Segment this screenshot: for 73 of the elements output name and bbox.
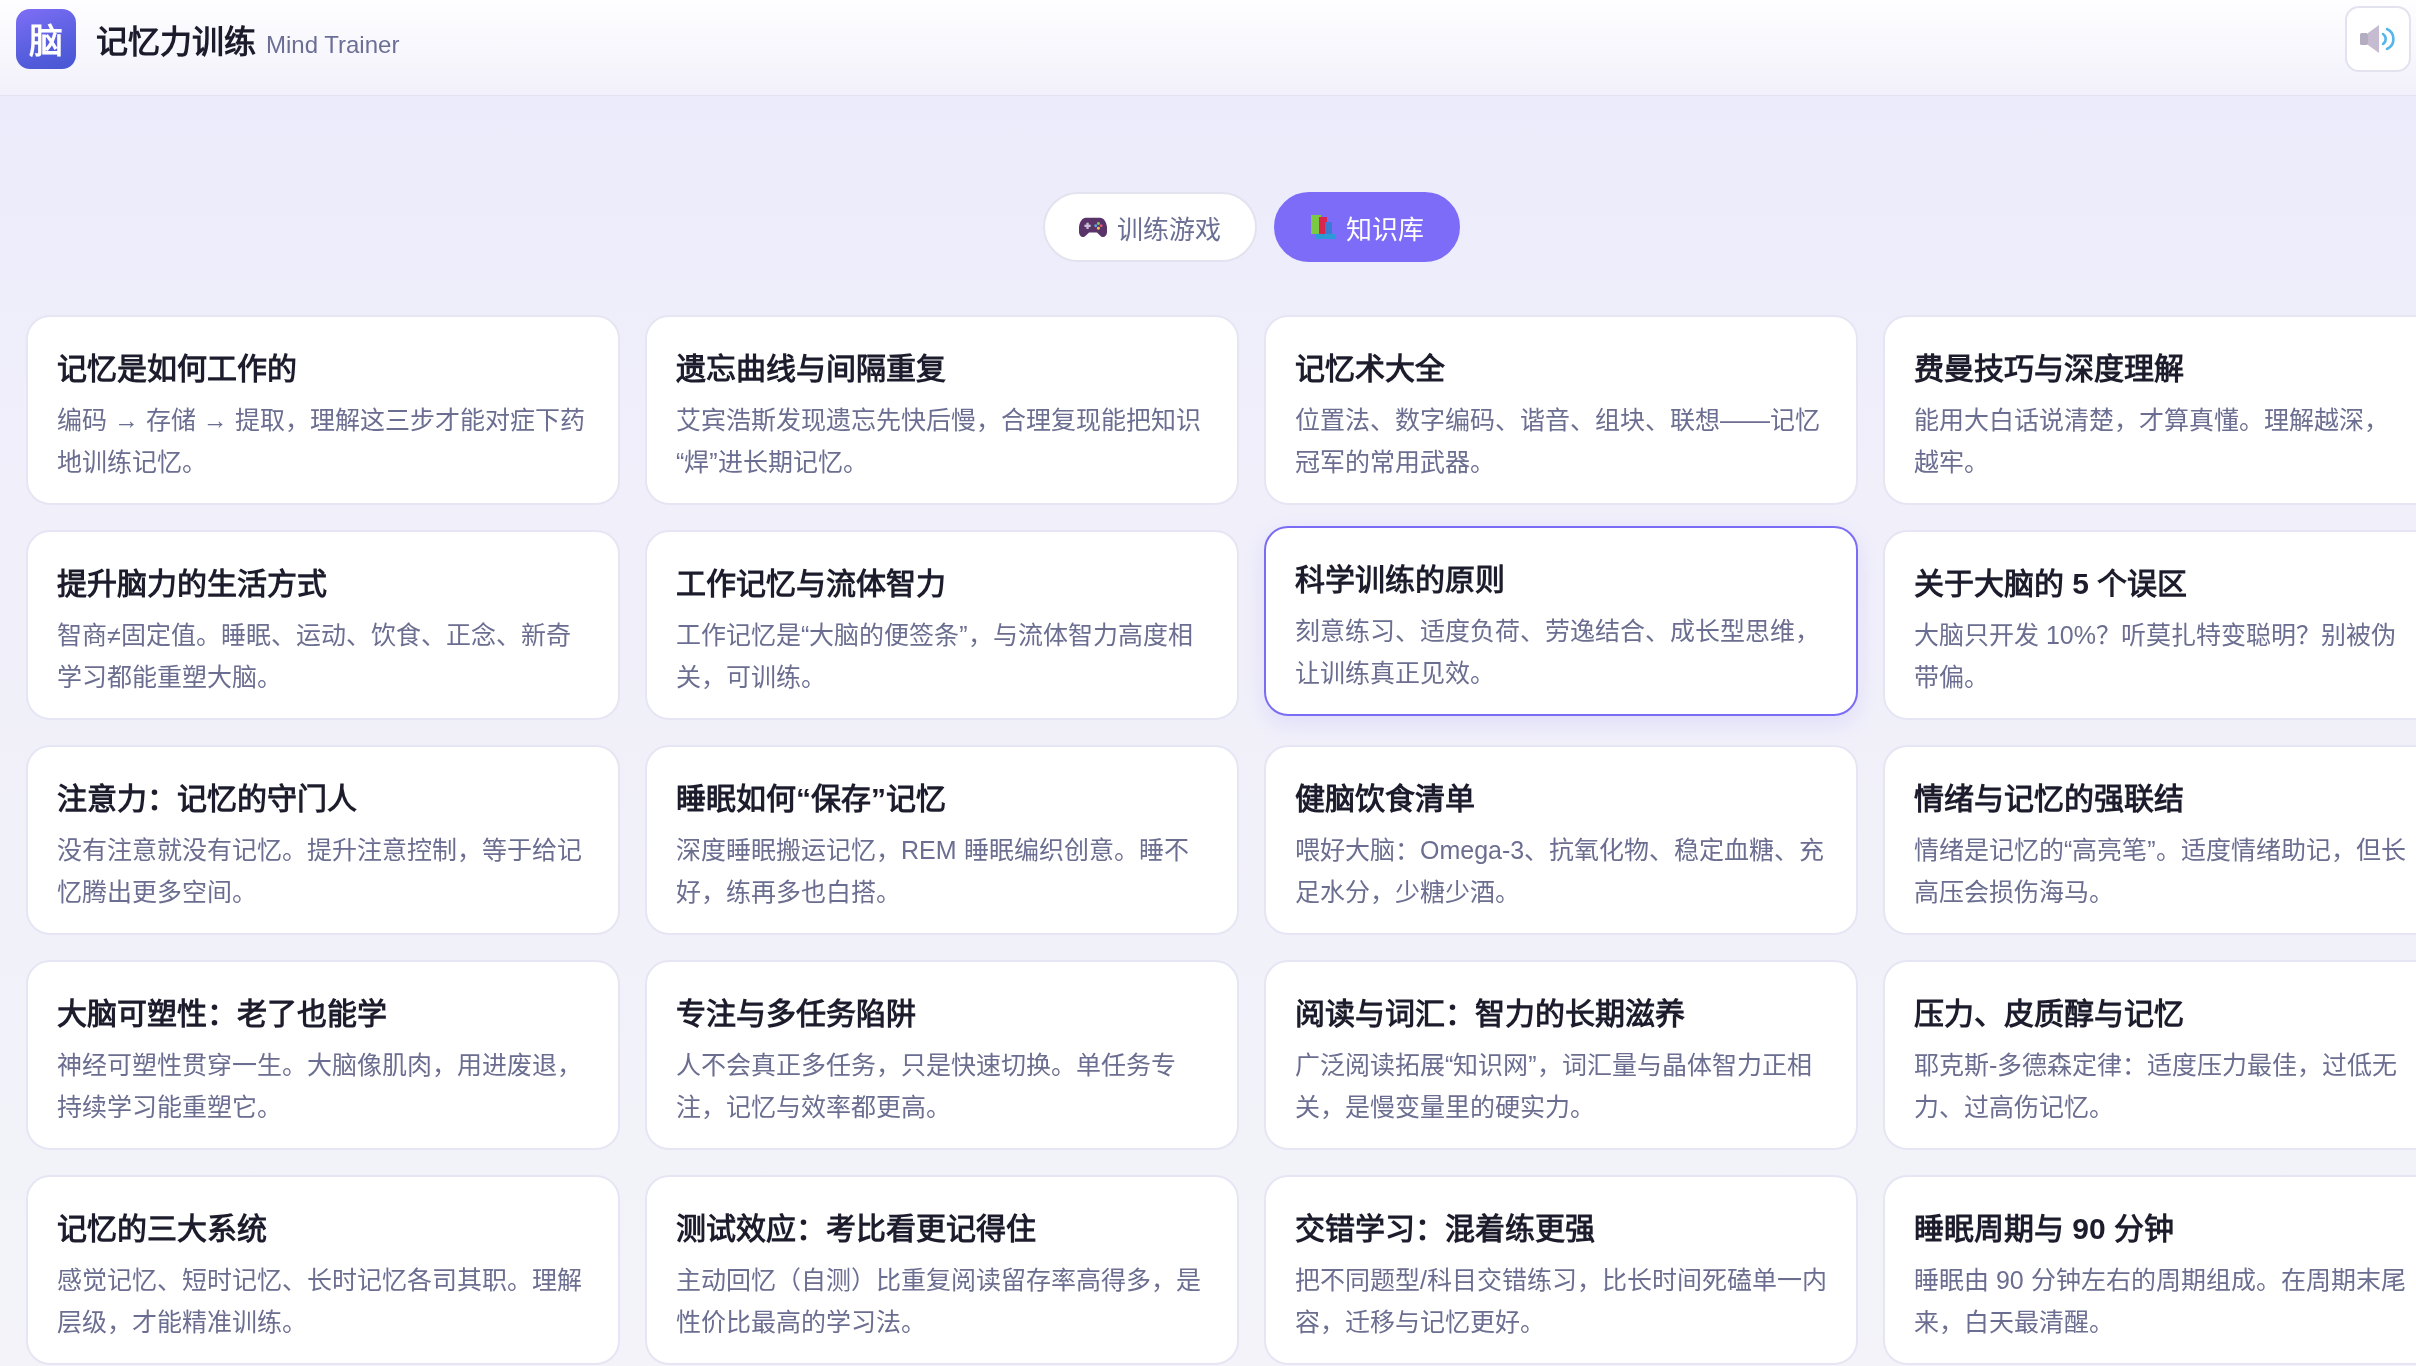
article-card[interactable]: 记忆术大全 位置法、数字编码、谐音、组块、联想——记忆冠军的常用武器。 bbox=[1264, 315, 1858, 505]
card-description: 艾宾浩斯发现遗忘先快后慢，合理复现能把知识“焊”进长期记忆。 bbox=[676, 405, 1202, 478]
card-description: 刻意练习、适度负荷、劳逸结合、成长型思维，让训练真正见效。 bbox=[1295, 616, 1821, 689]
card-description: 耶克斯-多德森定律：适度压力最佳，过低无 bbox=[1914, 1050, 2398, 1081]
article-card[interactable]: 睡眠周期与 90 分钟 睡眠由 90 分钟左右的周期组成。在周期末尾 来，白天最清醒。 bbox=[1883, 1175, 2416, 1365]
article-card[interactable]: 注意力：记忆的守门人 没有注意就没有记忆。提升注意控制，等于给记忆腾出更多空间。 bbox=[26, 745, 620, 935]
card-title: 工作记忆与流体智力 bbox=[676, 566, 947, 602]
card-description: 神经可塑性贯穿一生。大脑像肌肉，用进废退，持续学习能重塑它。 bbox=[57, 1050, 583, 1123]
card-description: 主动回忆（自测）比重复阅读留存率高得多，是性价比最高的学习法。 bbox=[676, 1265, 1202, 1338]
card-description: 深度睡眠搬运记忆，REM 睡眠编织创意。睡不好，练再多也白搭。 bbox=[676, 835, 1190, 908]
card-title: 睡眠如何“保存”记忆 bbox=[676, 781, 947, 817]
card-description: 感觉记忆、短时记忆、长时记忆各司其职。理解层级，才能精准训练。 bbox=[57, 1265, 583, 1338]
card-title: 阅读与词汇：智力的长期滋养 bbox=[1295, 996, 1686, 1032]
app-subtitle: Mind Trainer bbox=[266, 30, 400, 59]
article-card[interactable]: 提升脑力的生活方式 智商≠固定值。睡眠、运动、饮食、正念、新奇学习都能重塑大脑。 bbox=[26, 530, 620, 720]
tab[interactable]: 训练游戏 bbox=[1042, 192, 1257, 262]
card-description: 高压会损伤海马。 bbox=[1914, 877, 2114, 908]
card-title: 大脑可塑性：老了也能学 bbox=[57, 996, 388, 1032]
card-title: 记忆的三大系统 bbox=[57, 1211, 268, 1247]
card-title: 注意力：记忆的守门人 bbox=[57, 781, 358, 817]
article-card[interactable]: 健脑饮食清单 喂好大脑：Omega-3、抗氧化物、稳定血糖、充足水分，少糖少酒。 bbox=[1264, 745, 1858, 935]
card-description: 广泛阅读拓展“知识网”，词汇量与晶体智力正相关，是慢变量里的硬实力。 bbox=[1295, 1050, 1813, 1123]
article-card[interactable]: 情绪与记忆的强联结 情绪是记忆的“高亮笔”。适度情绪助记，但长 高压会损伤海马。 bbox=[1883, 745, 2416, 935]
article-card[interactable]: 记忆的三大系统 感觉记忆、短时记忆、长时记忆各司其职。理解层级，才能精准训练。 bbox=[26, 1175, 620, 1365]
article-card[interactable]: 压力、皮质醇与记忆 耶克斯-多德森定律：适度压力最佳，过低无 力、过高伤记忆。 bbox=[1883, 960, 2416, 1150]
card-description: 智商≠固定值。睡眠、运动、饮食、正念、新奇学习都能重塑大脑。 bbox=[57, 620, 572, 693]
card-description: 工作记忆是“大脑的便签条”，与流体智力高度相关，可训练。 bbox=[676, 620, 1194, 693]
article-card[interactable]: 科学训练的原则 刻意练习、适度负荷、劳逸结合、成长型思维，让训练真正见效。 bbox=[1264, 526, 1858, 716]
card-description: 编码 → 存储 → 提取，理解这三步才能对症下药地训练记忆。 bbox=[57, 405, 586, 478]
card-title: 提升脑力的生活方式 bbox=[57, 566, 328, 602]
card-title: 科学训练的原则 bbox=[1295, 562, 1506, 598]
app-title: 记忆力训练 bbox=[96, 22, 256, 62]
article-card[interactable]: 阅读与词汇：智力的长期滋养 广泛阅读拓展“知识网”，词汇量与晶体智力正相关，是慢变量里的硬实力。 bbox=[1264, 960, 1858, 1150]
article-card[interactable]: 专注与多任务陷阱 人不会真正多任务，只是快速切换。单任务专注，记忆与效率都更高。 bbox=[645, 960, 1239, 1150]
card-title: 情绪与记忆的强联结 bbox=[1914, 781, 2185, 817]
card-title: 测试效应：考比看更记得住 bbox=[676, 1211, 1037, 1247]
card-title: 记忆术大全 bbox=[1295, 351, 1446, 387]
card-description: 睡眠由 90 分钟左右的周期组成。在周期末尾 bbox=[1914, 1265, 2406, 1296]
card-description: 来，白天最清醒。 bbox=[1914, 1307, 2114, 1338]
card-description: 人不会真正多任务，只是快速切换。单任务专注，记忆与效率都更高。 bbox=[676, 1050, 1177, 1123]
card-title: 关于大脑的 5 个误区 bbox=[1914, 566, 2189, 602]
card-description: 把不同题型/科目交错练习，比长时间死磕单一内容，迁移与记忆更好。 bbox=[1295, 1265, 1828, 1338]
card-description: 情绪是记忆的“高亮笔”。适度情绪助记，但长 bbox=[1914, 835, 2406, 866]
card-title: 睡眠周期与 90 分钟 bbox=[1914, 1211, 2176, 1247]
article-card[interactable]: 工作记忆与流体智力 工作记忆是“大脑的便签条”，与流体智力高度相关，可训练。 bbox=[645, 530, 1239, 720]
article-card[interactable]: 费曼技巧与深度理解 能用大白话说清楚，才算真懂。理解越深， 越牢。 bbox=[1883, 315, 2416, 505]
article-card[interactable]: 遗忘曲线与间隔重复 艾宾浩斯发现遗忘先快后慢，合理复现能把知识“焊”进长期记忆。 bbox=[645, 315, 1239, 505]
card-title: 专注与多任务陷阱 bbox=[676, 996, 917, 1032]
article-card[interactable]: 关于大脑的 5 个误区 大脑只开发 10%？听莫扎特变聪明？别被伪 带偏。 bbox=[1883, 530, 2416, 720]
article-card[interactable]: 交错学习：混着练更强 把不同题型/科目交错练习，比长时间死磕单一内容，迁移与记忆更好。 bbox=[1264, 1175, 1858, 1365]
card-title: 健脑饮食清单 bbox=[1295, 781, 1476, 817]
sound-button[interactable] bbox=[2345, 5, 2411, 72]
article-card[interactable]: 记忆是如何工作的 编码 → 存储 → 提取，理解这三步才能对症下药地训练记忆。 bbox=[26, 315, 620, 505]
app-logo: 脑 bbox=[16, 8, 76, 69]
card-title: 压力、皮质醇与记忆 bbox=[1914, 996, 2185, 1032]
article-card[interactable]: 睡眠如何“保存”记忆 深度睡眠搬运记忆，REM 睡眠编织创意。睡不好，练再多也白搭。 bbox=[645, 745, 1239, 935]
card-description: 能用大白话说清楚，才算真懂。理解越深， bbox=[1914, 405, 2389, 436]
card-description: 没有注意就没有记忆。提升注意控制，等于给记忆腾出更多空间。 bbox=[57, 835, 583, 908]
card-description: 力、过高伤记忆。 bbox=[1914, 1092, 2114, 1123]
card-title: 记忆是如何工作的 bbox=[57, 351, 298, 387]
books-icon bbox=[1309, 214, 1336, 240]
article-card[interactable]: 大脑可塑性：老了也能学 神经可塑性贯穿一生。大脑像肌肉，用进废退，持续学习能重塑它。 bbox=[26, 960, 620, 1150]
card-description: 越牢。 bbox=[1914, 447, 1989, 478]
card-title: 遗忘曲线与间隔重复 bbox=[676, 351, 947, 387]
card-title: 费曼技巧与深度理解 bbox=[1914, 351, 2185, 387]
gamepad-icon bbox=[1078, 216, 1107, 238]
card-title: 交错学习：混着练更强 bbox=[1295, 1211, 1596, 1247]
card-description: 喂好大脑：Omega-3、抗氧化物、稳定血糖、充足水分，少糖少酒。 bbox=[1295, 835, 1826, 908]
tab[interactable]: 知识库 bbox=[1273, 192, 1460, 262]
card-description: 位置法、数字编码、谐音、组块、联想——记忆冠军的常用武器。 bbox=[1295, 405, 1821, 478]
card-description: 带偏。 bbox=[1914, 662, 1989, 693]
card-description: 大脑只开发 10%？听莫扎特变聪明？别被伪 bbox=[1914, 620, 2396, 651]
article-card[interactable]: 测试效应：考比看更记得住 主动回忆（自测）比重复阅读留存率高得多，是性价比最高的学习法。 bbox=[645, 1175, 1239, 1365]
